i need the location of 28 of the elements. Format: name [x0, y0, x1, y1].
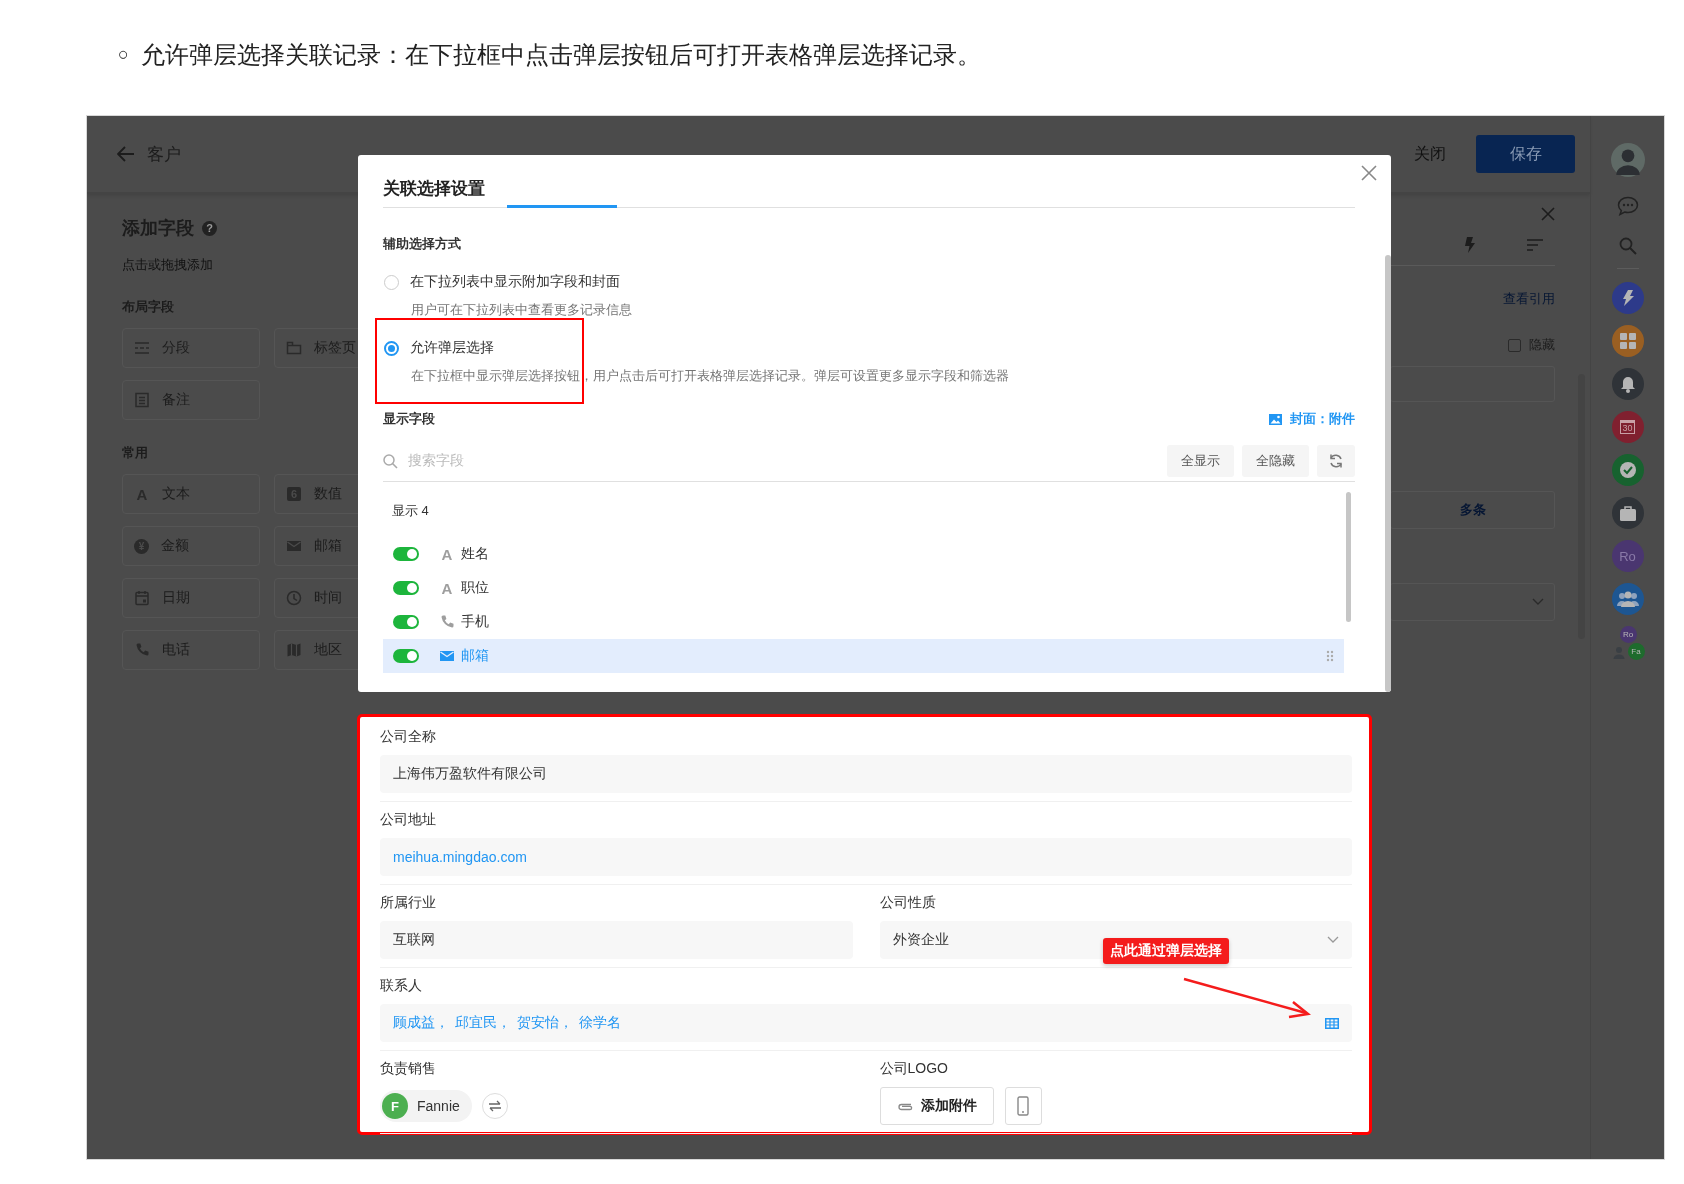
field-label: 手机: [461, 613, 489, 631]
currency-icon: ¥: [134, 538, 149, 554]
help-icon: ?: [202, 220, 217, 236]
callout-tooltip: 点此通过弹层选择: [1103, 938, 1229, 964]
option-label: 允许弹层选择: [410, 339, 494, 357]
field-label: 公司性质: [879, 893, 937, 912]
field-label: 联系人: [380, 976, 423, 995]
field-label: 职位: [461, 579, 489, 597]
field-label: 负责销售: [380, 1059, 437, 1078]
user-name: Fannie: [417, 1098, 460, 1114]
section-label: 辅助选择方式: [383, 235, 462, 253]
intro-text: 允许弹层选择关联记录：在下拉框中点击弹层按钮后可打开表格弹层选择记录。: [140, 39, 981, 70]
field-label: 公司全称: [380, 727, 437, 746]
option-label: 在下拉列表中显示附加字段和封面: [410, 273, 620, 291]
shown-count: 显示 4: [392, 502, 430, 520]
option-description: 在下拉框中显示弹层选择按钮，用户点击后可打开表格弹层选择记录。弹层可设置更多显示字段和筛选器: [411, 367, 1010, 385]
field-label: 公司地址: [380, 810, 437, 829]
text-type-icon: A: [439, 579, 455, 597]
field-label: 邮箱: [461, 647, 489, 665]
field-label: 姓名: [461, 545, 489, 563]
option-description: 用户可在下拉列表中查看更多记录信息: [411, 301, 633, 319]
dialog-title: 关联选择设置: [383, 178, 485, 200]
field-label: 所属行业: [380, 893, 437, 912]
section-label: 显示字段: [383, 410, 435, 428]
user-avatar: F: [382, 1093, 408, 1119]
text-type-icon: A: [439, 545, 455, 563]
bullet-mark: ○: [118, 44, 129, 65]
field-label: 公司LOGO: [879, 1059, 949, 1078]
